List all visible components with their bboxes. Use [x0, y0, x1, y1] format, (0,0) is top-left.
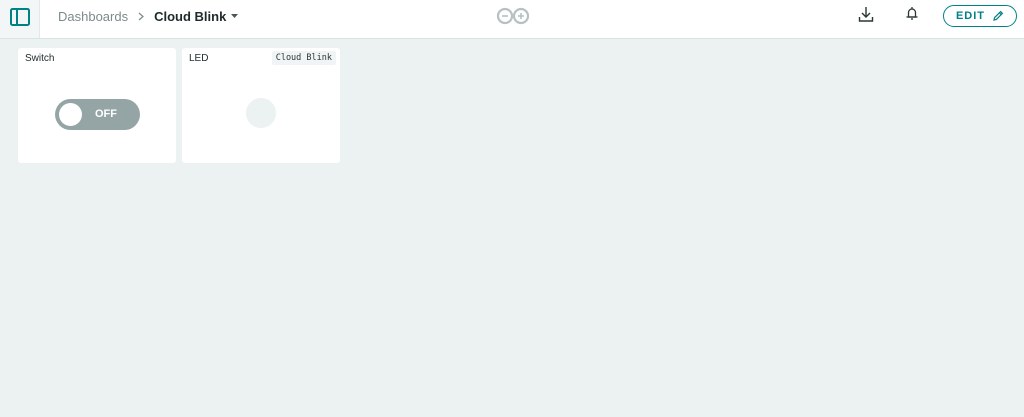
sidebar-panel-icon [9, 7, 30, 31]
edit-button[interactable]: EDIT [943, 5, 1017, 27]
toggle-state-label: OFF [95, 108, 117, 120]
switch-widget: Switch OFF [18, 48, 176, 163]
widget-title: LED [189, 53, 209, 64]
led-indicator [246, 98, 276, 128]
widget-title: Switch [25, 53, 55, 64]
thing-tag: Cloud Blink [271, 51, 336, 65]
breadcrumb-dashboards-link[interactable]: Dashboards [58, 9, 128, 24]
dashboard-name: Cloud Blink [154, 8, 227, 24]
breadcrumb: Dashboards Cloud Blink [58, 0, 239, 32]
notifications-button[interactable] [901, 6, 923, 26]
download-icon [858, 6, 874, 27]
sidebar-toggle-button[interactable] [0, 0, 40, 38]
download-button[interactable] [855, 6, 877, 26]
caret-down-icon [231, 14, 239, 18]
toggle-knob [59, 103, 82, 126]
top-bar: Dashboards Cloud Blink EDIT [0, 0, 1024, 39]
bell-icon [905, 6, 919, 27]
led-widget: LED Cloud Blink [182, 48, 340, 163]
edit-button-label: EDIT [955, 10, 986, 22]
chevron-right-icon [138, 12, 145, 21]
switch-toggle[interactable]: OFF [55, 99, 140, 130]
dashboard-selector[interactable]: Cloud Blink [154, 8, 239, 24]
pencil-icon [993, 10, 1004, 21]
arduino-logo-icon [496, 7, 530, 30]
